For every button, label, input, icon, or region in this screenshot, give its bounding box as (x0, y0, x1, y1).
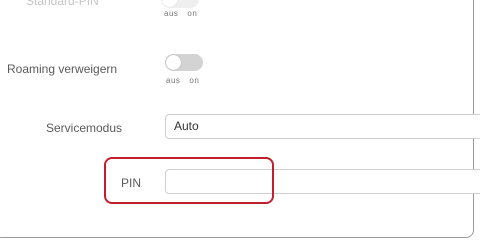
roaming-label: Roaming verweigern (7, 62, 118, 76)
toggle-off-label: aus (166, 76, 181, 85)
top-row-toggle[interactable] (161, 0, 199, 8)
service-mode-value: Auto (174, 119, 199, 133)
toggle-knob (162, 0, 177, 7)
pin-highlight-frame (104, 157, 274, 204)
roaming-toggle-caption: aus on (166, 76, 208, 85)
toggle-on-label: on (187, 9, 198, 18)
toggle-on-label: on (189, 76, 200, 85)
top-row-toggle-caption: aus on (164, 9, 206, 18)
service-mode-select[interactable]: Auto (165, 114, 480, 139)
toggle-knob (166, 55, 181, 70)
roaming-toggle[interactable] (165, 54, 203, 71)
toggle-off-label: aus (164, 9, 179, 18)
service-mode-label: Servicemodus (46, 121, 123, 135)
top-row-label: Standard-PIN (26, 0, 99, 8)
